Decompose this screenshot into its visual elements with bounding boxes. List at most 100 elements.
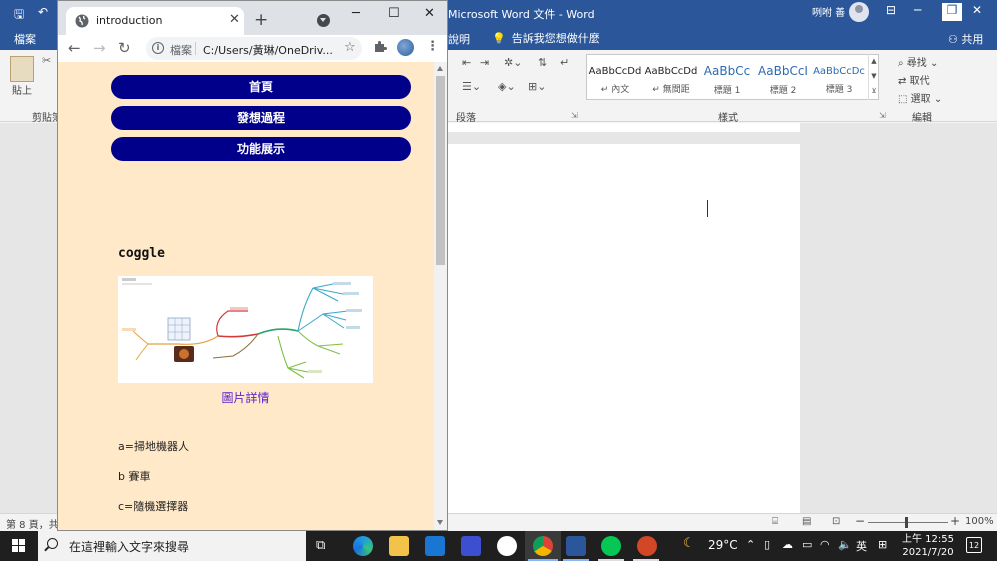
zoom-out-icon[interactable]: − [855,514,865,528]
more-menu-icon[interactable]: ⋮ [426,39,439,54]
back-icon[interactable]: ← [68,39,81,57]
print-layout-icon[interactable]: ▤ [802,516,811,527]
replace-button[interactable]: ⇄ 取代 [898,73,942,91]
sort-options-icon[interactable]: ✲⌄ [504,56,522,69]
document-page[interactable] [448,144,800,513]
legend-item: a=掃地機器人 [118,440,189,453]
file-explorer-icon[interactable] [389,536,409,556]
weather-icon[interactable]: ☾ [683,536,695,551]
shading-icon[interactable]: ◈⌄ [498,80,516,93]
avatar[interactable] [849,2,869,22]
close-tab-icon[interactable]: ✕ [229,12,240,27]
zoom-slider[interactable] [868,522,948,523]
show-hidden-icons-icon[interactable]: ⌃ [746,538,755,551]
mind-map-image[interactable] [118,276,373,383]
undo-icon[interactable]: ↶ [38,5,48,19]
xbox-icon[interactable] [497,536,517,556]
web-layout-icon[interactable]: ⊡ [832,516,840,527]
tab-help[interactable]: 說明 [448,31,470,47]
zoom-slider-thumb[interactable] [905,517,908,528]
minimize-icon[interactable]: ─ [914,3,921,17]
powerpoint-icon[interactable] [637,536,657,556]
wifi-icon[interactable]: ◠ [820,538,830,551]
info-icon[interactable]: i [152,42,164,54]
scroll-up-arrow-icon[interactable] [437,66,443,71]
show-marks-icon[interactable]: ↵ [560,56,569,69]
ime-mode-icon[interactable]: ⊞ [878,538,887,551]
decrease-indent-icon[interactable]: ⇤ [462,56,471,69]
notification-center-icon[interactable]: 12 [966,537,982,553]
bookmark-star-icon[interactable]: ☆ [344,40,356,55]
sort-icon[interactable]: ⇅ [538,56,547,69]
text-cursor [707,200,708,217]
image-details-link[interactable]: 圖片詳情 [118,389,373,406]
volume-icon[interactable]: 🔈 [838,538,852,551]
line-icon[interactable] [601,536,621,556]
borders-icon[interactable]: ⊞⌄ [528,80,546,93]
style-heading-2[interactable]: AaBbCcI 標題 2 [755,55,811,99]
tab-file[interactable]: 檔案 [14,31,36,47]
task-view-icon[interactable]: ⧉ [316,538,325,553]
battery-icon[interactable]: ▯ [764,538,770,551]
browser-tab[interactable]: introduction ✕ [66,7,244,35]
word-icon[interactable] [566,536,586,556]
ribbon-display-options-icon[interactable]: ⊟ [886,3,896,17]
windows-start-icon[interactable] [12,539,25,552]
new-tab-icon[interactable]: + [254,10,268,30]
extensions-icon[interactable] [374,40,387,53]
zoom-level[interactable]: 100% [965,516,994,527]
tab-search-icon[interactable] [317,14,330,27]
select-button[interactable]: ⬚ 選取 ⌄ [898,91,942,109]
forward-icon[interactable]: → [93,39,106,57]
input-language[interactable]: 英 [856,538,867,554]
divider [195,42,196,55]
close-icon[interactable]: ✕ [972,3,982,17]
find-button[interactable]: ⌕ 尋找 ⌄ [898,55,942,73]
paste-icon[interactable] [10,56,34,82]
mail-icon[interactable] [425,536,445,556]
focus-mode-icon[interactable]: ⌸ [772,516,778,527]
scrollbar-thumb[interactable] [436,76,445,265]
increase-indent-icon[interactable]: ⇥ [480,56,489,69]
replace-icon: ⇄ [898,76,907,87]
share-button[interactable]: ⚇ 共用 [948,31,983,47]
search-placeholder: 在這裡輸入文字來搜尋 [69,540,190,554]
reload-icon[interactable]: ↻ [118,39,131,57]
taskbar-search[interactable]: 在這裡輸入文字來搜尋 [38,531,306,561]
save-icon[interactable]: 🖫 [14,5,24,26]
edge-icon[interactable] [353,536,373,556]
nav-button-ideation[interactable]: 發想過程 [111,106,411,130]
onedrive-icon[interactable]: ☁ [782,538,793,551]
cut-icon[interactable]: ✂ [42,54,51,67]
maximize-icon[interactable]: ☐ [388,6,400,21]
nav-button-home[interactable]: 首頁 [111,75,411,99]
profile-avatar-icon[interactable] [397,39,414,56]
style-no-spacing[interactable]: AaBbCcDd ↵ 無間距 [643,55,699,99]
scroll-down-arrow-icon[interactable] [437,520,443,525]
paste-button[interactable]: 貼上 [12,82,32,97]
restore-icon[interactable]: ❐ [942,3,962,21]
address-bar[interactable]: i 檔案 C:/Users/黃琳/OneDriv... ☆ [146,37,362,60]
app-icon[interactable] [461,536,481,556]
style-heading-1[interactable]: AaBbCc 標題 1 [699,55,755,99]
page-count[interactable]: 第 8 頁，共 [6,516,59,531]
nav-button-demo[interactable]: 功能展示 [111,137,411,161]
temperature[interactable]: 29°C [708,538,738,552]
minimize-icon[interactable]: ─ [352,6,360,21]
paragraph-dialog-launcher-icon[interactable]: ⇲ [571,111,578,120]
tell-me-search[interactable]: 💡 告訴我您想做什麼 [486,30,600,46]
chrome-icon[interactable] [533,536,553,556]
system-clock[interactable]: 上午 12:55 2021/7/20 [902,533,954,559]
page-scrollbar[interactable] [434,62,447,530]
meet-now-icon[interactable]: ▭ [802,538,812,551]
styles-dialog-launcher-icon[interactable]: ⇲ [879,111,886,120]
style-heading-3[interactable]: AaBbCcDc 標題 3 [811,55,867,99]
style-normal[interactable]: AaBbCcDd ↵ 內文 [587,55,643,99]
styles-scroll[interactable]: ▲ ▼ ⊻ [868,54,879,100]
close-icon[interactable]: ✕ [424,6,435,21]
style-name: 標題 1 [713,86,741,96]
line-spacing-icon[interactable]: ☰⌄ [462,80,481,93]
zoom-in-icon[interactable]: + [950,514,960,528]
url-text[interactable]: C:/Users/黃琳/OneDriv... [203,42,333,58]
browser-toolbar: ← → ↻ i 檔案 C:/Users/黃琳/OneDriv... ☆ ⋮ [58,35,447,62]
